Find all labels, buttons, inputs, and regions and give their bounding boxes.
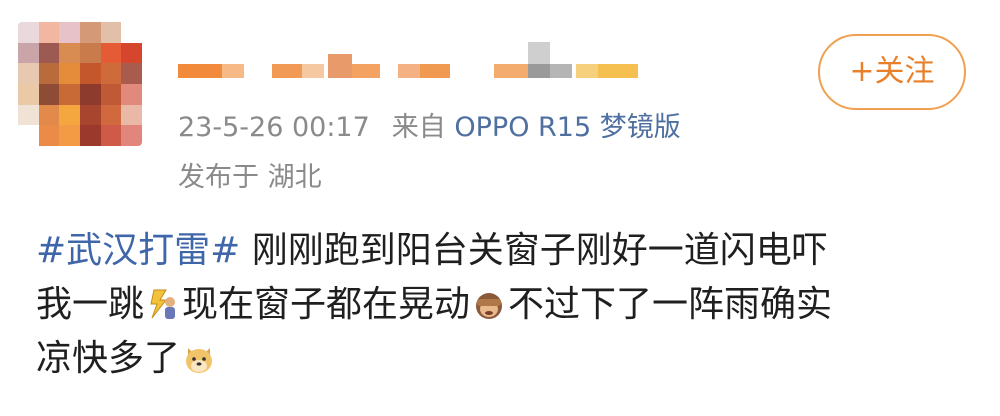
lightning-person-icon [150, 289, 176, 319]
avatar[interactable] [18, 22, 142, 146]
post-text-part: 凉快多了 [36, 338, 181, 379]
post-location: 发布于 湖北 [178, 162, 322, 193]
post-text-part: 不过下了一阵雨确实 [508, 284, 833, 325]
device-link[interactable]: OPPO R15 梦镜版 [454, 112, 680, 143]
post-text-part: 刚刚跑到阳台关窗子刚好一道闪电吓 [240, 230, 828, 271]
post-text-part: 我一跳 [36, 284, 145, 325]
follow-button[interactable]: +关注 [818, 34, 966, 110]
hashtag-link[interactable]: #武汉打雷# [36, 230, 240, 271]
post-text-part: 现在窗子都在晃动 [182, 284, 471, 325]
timestamp: 23-5-26 00:17 [178, 112, 370, 143]
see-no-evil-monkey-icon [476, 293, 503, 319]
post-meta: 23-5-26 00:17 来自 OPPO R15 梦镜版 [178, 110, 681, 146]
post-text: #武汉打雷# 刚刚跑到阳台关窗子刚好一道闪电吓 我一跳 现在窗子都在晃动 不过下了一… [36, 224, 976, 386]
source-prefix: 来自 [391, 112, 446, 143]
doge-icon [186, 348, 213, 373]
username-obscured[interactable] [178, 36, 638, 78]
